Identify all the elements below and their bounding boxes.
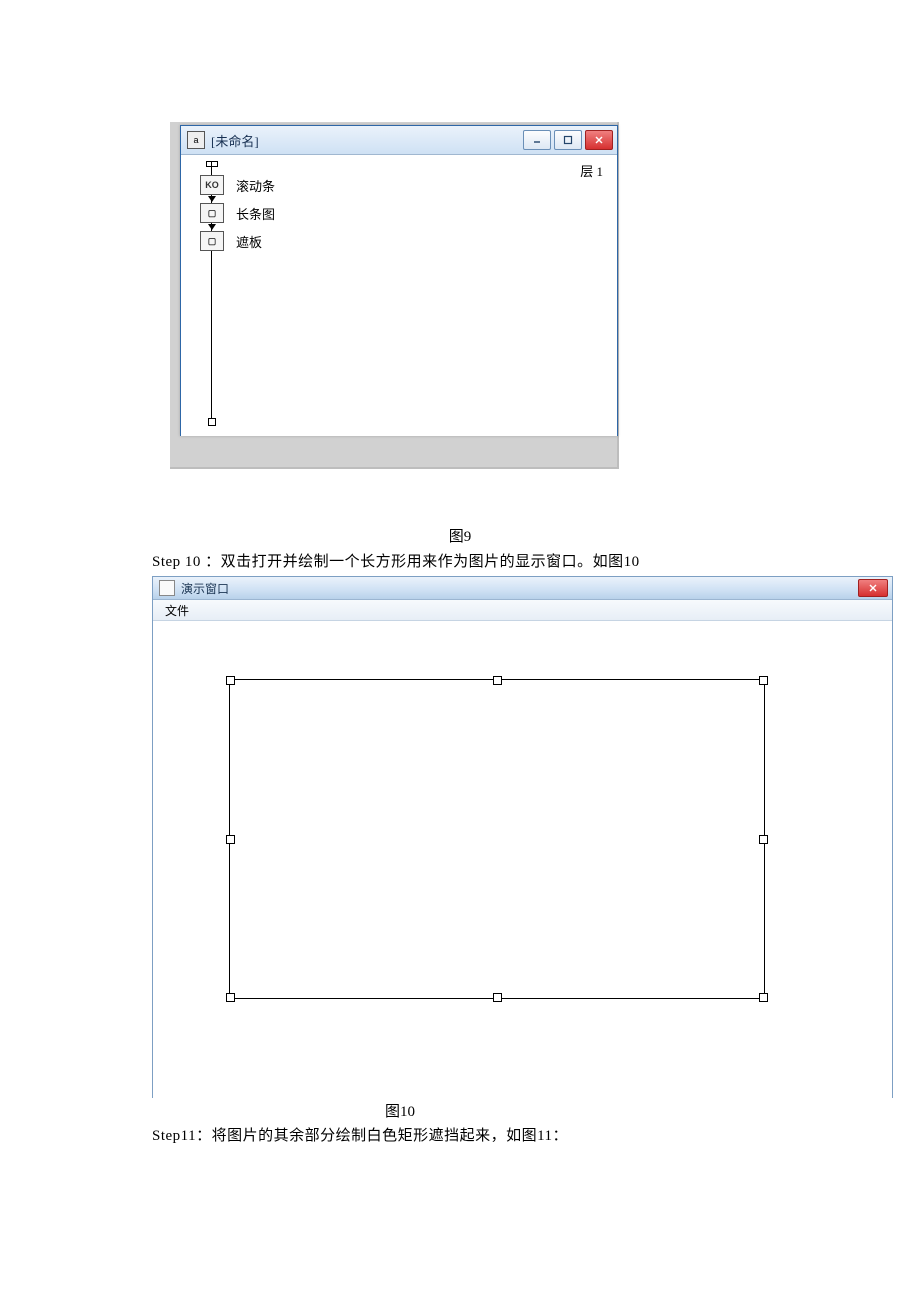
knowledge-object-icon: KO bbox=[200, 175, 224, 195]
step10-text: Step 10 ：双击打开并绘制一个长方形用来作为图片的显示窗口。如图10 bbox=[152, 550, 640, 571]
presentation-window: 演示窗口 文件 bbox=[152, 576, 893, 1098]
flow-node-label: 遮板 bbox=[236, 232, 262, 251]
maximize-icon bbox=[563, 135, 573, 145]
app-icon: a bbox=[187, 131, 205, 149]
arrow-down-icon bbox=[208, 196, 216, 202]
window-titlebar[interactable]: 演示窗口 bbox=[153, 577, 892, 600]
resize-handle-bm[interactable] bbox=[493, 993, 502, 1002]
resize-handle-mr[interactable] bbox=[759, 835, 768, 844]
close-button[interactable] bbox=[858, 579, 888, 597]
close-icon bbox=[868, 583, 878, 593]
document-page: a [未命名] 层 1 bbox=[0, 0, 920, 1302]
step11-text: Step11：将图片的其余部分绘制白色矩形遮挡起来，如图11： bbox=[152, 1124, 568, 1145]
minimize-button[interactable] bbox=[523, 130, 551, 150]
selection-rectangle[interactable] bbox=[229, 679, 765, 999]
window-buttons bbox=[523, 130, 613, 150]
resize-handle-bl[interactable] bbox=[226, 993, 235, 1002]
resize-handle-tr[interactable] bbox=[759, 676, 768, 685]
flow-node-mask[interactable]: ▢ 遮板 bbox=[200, 231, 262, 251]
window-title: [未命名] bbox=[211, 131, 523, 150]
authorware-window: a [未命名] 层 1 bbox=[180, 125, 618, 436]
flow-node-label: 滚动条 bbox=[236, 176, 275, 195]
resize-handle-tm[interactable] bbox=[493, 676, 502, 685]
layer-label: 层 1 bbox=[580, 161, 603, 180]
figure10-caption: 图10 bbox=[0, 1100, 860, 1121]
window-body: 层 1 KO 滚动条 ▢ 长条图 ▢ bbox=[181, 155, 617, 436]
close-button[interactable] bbox=[585, 130, 613, 150]
display-icon: ▢ bbox=[200, 231, 224, 251]
flow-node-stripimage[interactable]: ▢ 长条图 bbox=[200, 203, 275, 223]
menu-file[interactable]: 文件 bbox=[159, 600, 195, 621]
flowline-start bbox=[206, 161, 218, 167]
flowline-end bbox=[208, 418, 216, 426]
app-icon bbox=[159, 580, 175, 596]
figure9-container: a [未命名] 层 1 bbox=[170, 122, 619, 469]
display-icon: ▢ bbox=[200, 203, 224, 223]
resize-handle-br[interactable] bbox=[759, 993, 768, 1002]
flowline: KO 滚动条 ▢ 长条图 ▢ 遮板 bbox=[211, 161, 371, 426]
arrow-down-icon bbox=[208, 224, 216, 230]
resize-handle-tl[interactable] bbox=[226, 676, 235, 685]
flow-node-label: 长条图 bbox=[236, 204, 275, 223]
figure9-caption: 图9 bbox=[0, 525, 920, 546]
window-titlebar[interactable]: a [未命名] bbox=[181, 126, 617, 155]
flow-node-scrollbar[interactable]: KO 滚动条 bbox=[200, 175, 275, 195]
menu-bar: 文件 bbox=[153, 600, 892, 621]
close-icon bbox=[594, 135, 604, 145]
resize-handle-ml[interactable] bbox=[226, 835, 235, 844]
canvas[interactable] bbox=[153, 621, 892, 1099]
maximize-button[interactable] bbox=[554, 130, 582, 150]
window-buttons bbox=[858, 579, 888, 597]
window-title: 演示窗口 bbox=[181, 580, 858, 597]
minimize-icon bbox=[532, 135, 542, 145]
